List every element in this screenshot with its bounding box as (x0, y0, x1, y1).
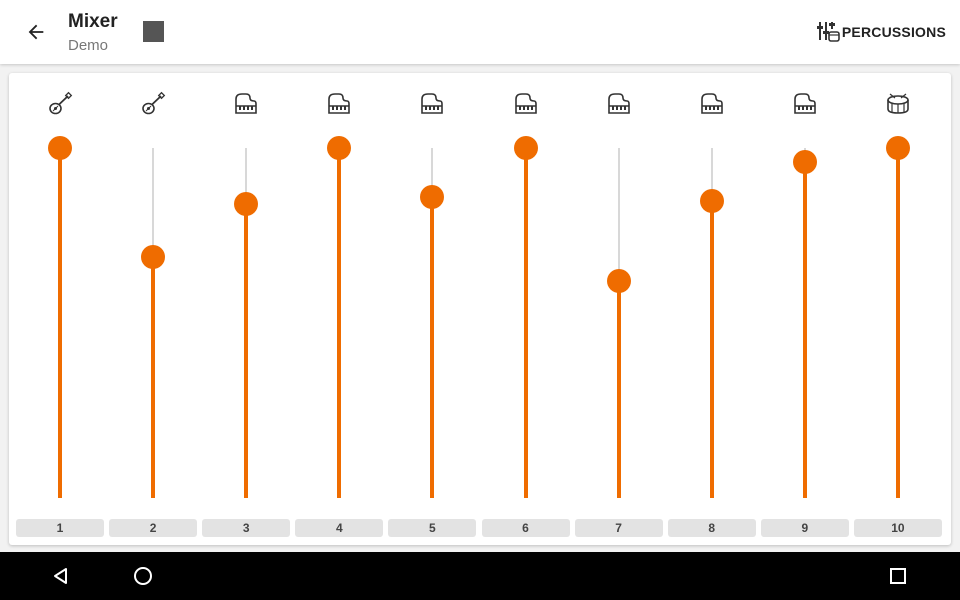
percussions-button[interactable]: PERCUSSIONS (816, 18, 946, 46)
piano-icon[interactable] (699, 91, 725, 117)
nav-recents-icon (890, 568, 906, 584)
mixer-channel: 2 (109, 73, 198, 545)
nav-home-icon (134, 567, 152, 585)
channel-label[interactable]: 5 (388, 519, 477, 537)
volume-slider[interactable] (792, 148, 817, 498)
slider-fill (430, 197, 435, 498)
app-bar: Mixer Demo PERCUSSIONS (0, 0, 960, 64)
nav-back-button[interactable] (49, 564, 73, 588)
mixer-channel: 4 (295, 73, 384, 545)
slider-fill (895, 148, 900, 498)
mixer-channel: 3 (202, 73, 291, 545)
nav-back-icon (54, 568, 67, 584)
slider-thumb[interactable] (141, 244, 166, 269)
piano-icon[interactable] (233, 91, 259, 117)
slider-fill (244, 204, 249, 498)
slider-thumb[interactable] (606, 269, 631, 293)
slider-fill (616, 281, 621, 498)
slider-fill (58, 148, 62, 498)
mixer-channel: 10 (853, 73, 942, 545)
volume-slider[interactable] (606, 148, 631, 498)
slider-thumb[interactable] (234, 192, 259, 216)
stop-button[interactable] (143, 21, 164, 42)
channel-label[interactable]: 6 (481, 519, 570, 537)
volume-slider[interactable] (885, 136, 910, 498)
mixer-channel: 7 (574, 73, 663, 545)
mixer-panel: 1 2 3 4 5 6 7 8 9 10 (9, 73, 951, 545)
guitar-icon[interactable] (47, 91, 73, 117)
channel-label[interactable]: 7 (574, 519, 663, 537)
slider-thumb[interactable] (699, 188, 724, 213)
channel-label[interactable]: 10 (853, 519, 942, 537)
volume-slider[interactable] (699, 148, 724, 498)
channel-label[interactable]: 4 (295, 519, 384, 537)
slider-fill (151, 256, 156, 498)
mixer-channel: 8 (667, 73, 756, 545)
channel-label[interactable]: 3 (202, 519, 291, 537)
guitar-icon[interactable] (140, 91, 166, 117)
percussions-label: PERCUSSIONS (841, 24, 946, 40)
slider-fill (709, 200, 714, 498)
piano-icon[interactable] (419, 91, 445, 117)
system-nav-bar (0, 552, 960, 600)
channel-label[interactable]: 9 (760, 519, 849, 537)
slider-fill (802, 162, 807, 498)
slider-thumb[interactable] (48, 136, 72, 160)
slider-thumb[interactable] (513, 136, 538, 160)
back-button[interactable] (18, 14, 54, 50)
volume-slider[interactable] (513, 136, 538, 498)
page-title: Mixer (68, 11, 118, 32)
volume-slider[interactable] (234, 148, 259, 498)
mixer-channel: 1 (16, 73, 104, 545)
piano-icon[interactable] (513, 91, 539, 117)
volume-slider[interactable] (48, 136, 72, 498)
volume-slider[interactable] (327, 136, 352, 498)
nav-home-button[interactable] (131, 564, 155, 588)
slider-thumb[interactable] (885, 136, 910, 160)
slider-fill (337, 148, 342, 498)
arrow-left-icon (28, 24, 44, 40)
slider-fill (523, 148, 528, 498)
drum-icon[interactable] (885, 91, 911, 117)
nav-recents-button[interactable] (886, 564, 910, 588)
channel-label[interactable]: 2 (109, 519, 198, 537)
mixer-channel: 9 (760, 73, 849, 545)
volume-slider[interactable] (420, 148, 445, 498)
mixer-sliders-drum-icon (816, 22, 840, 42)
mixer-channel: 6 (481, 73, 570, 545)
channel-label[interactable]: 1 (16, 519, 104, 537)
slider-thumb[interactable] (792, 150, 817, 174)
piano-icon[interactable] (606, 91, 632, 117)
mixer-channel: 5 (388, 73, 477, 545)
channel-label[interactable]: 8 (667, 519, 756, 537)
slider-thumb[interactable] (420, 185, 445, 209)
piano-icon[interactable] (326, 91, 352, 117)
piano-icon[interactable] (792, 91, 818, 117)
page-subtitle: Demo (68, 37, 109, 54)
volume-slider[interactable] (141, 148, 166, 498)
slider-thumb[interactable] (327, 136, 352, 160)
